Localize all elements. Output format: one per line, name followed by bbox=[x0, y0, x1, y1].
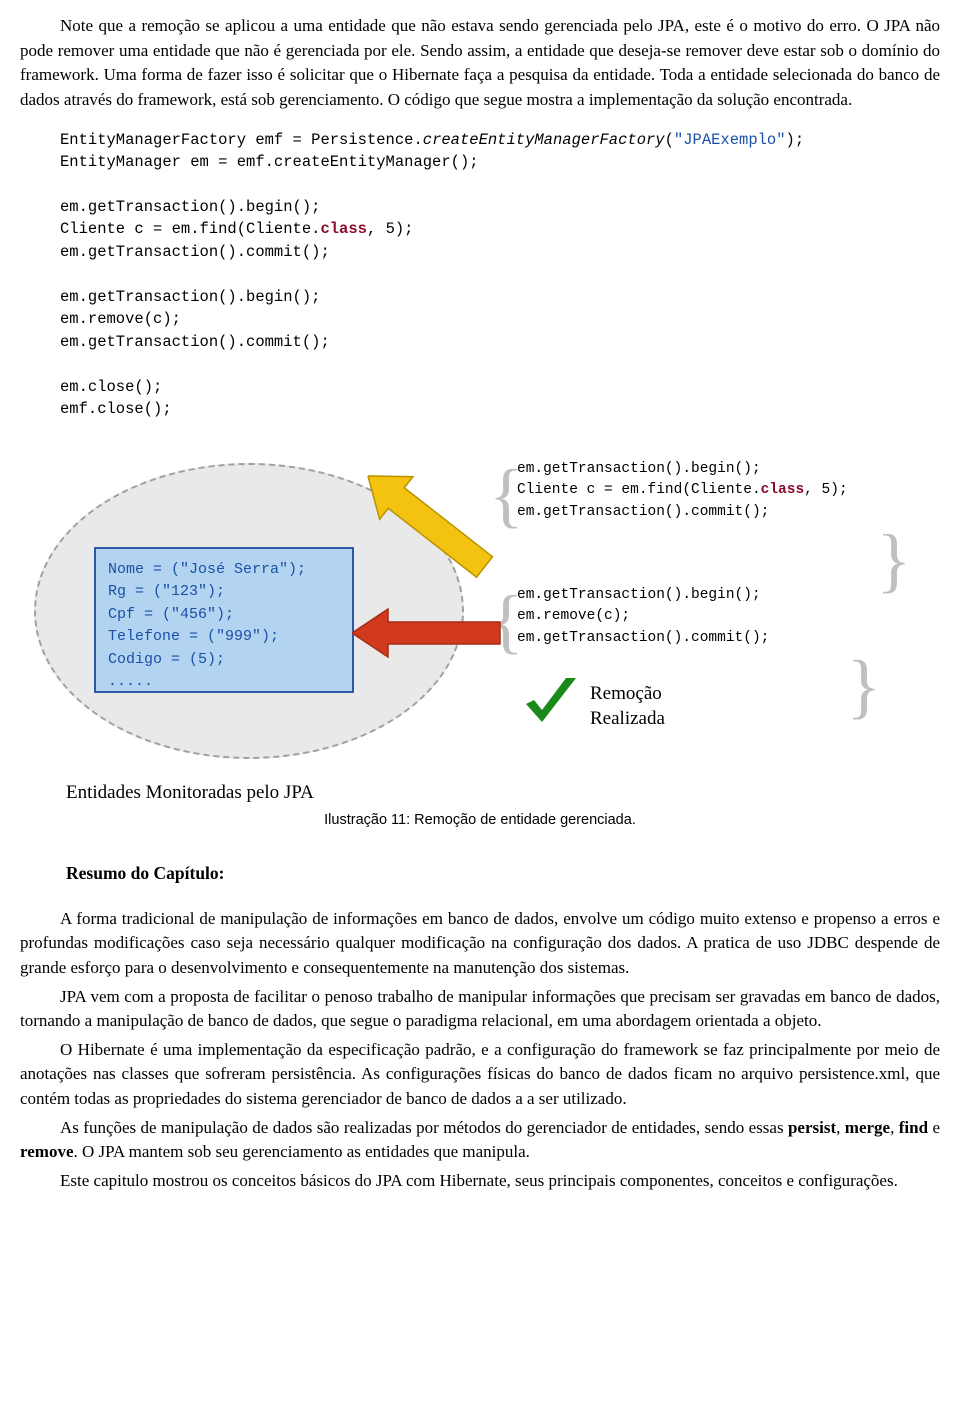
diagram-container: Nome = ("José Serra"); Rg = ("123"); Cpf… bbox=[20, 447, 940, 827]
brace-right-icon: } bbox=[846, 650, 881, 722]
summary-p4: As funções de manipulação de dados são r… bbox=[20, 1116, 940, 1165]
summary-p1: A forma tradicional de manipulação de in… bbox=[20, 907, 940, 981]
entity-attributes-box: Nome = ("José Serra"); Rg = ("123"); Cpf… bbox=[94, 547, 354, 693]
brace-left-icon: { bbox=[489, 459, 524, 531]
code-snippet-find: { em.getTransaction().begin(); Cliente c… bbox=[505, 459, 895, 524]
success-label: Remoção Realizada bbox=[590, 681, 665, 732]
arrow-red-icon bbox=[352, 605, 502, 661]
summary-p2: JPA vem com a proposta de facilitar o pe… bbox=[20, 985, 940, 1034]
summary-p5: Este capitulo mostrou os conceitos básic… bbox=[20, 1169, 940, 1194]
summary-p3: O Hibernate é uma implementação da espec… bbox=[20, 1038, 940, 1112]
intro-paragraph: Note que a remoção se aplicou a uma enti… bbox=[20, 14, 940, 113]
checkmark-icon bbox=[520, 672, 582, 734]
code-snippet-remove: { em.getTransaction().begin(); em.remove… bbox=[505, 585, 865, 650]
brace-right-icon: } bbox=[876, 524, 911, 596]
section-heading: Resumo do Capítulo: bbox=[66, 861, 940, 886]
code-block-main: EntityManagerFactory emf = Persistence.c… bbox=[60, 129, 940, 421]
